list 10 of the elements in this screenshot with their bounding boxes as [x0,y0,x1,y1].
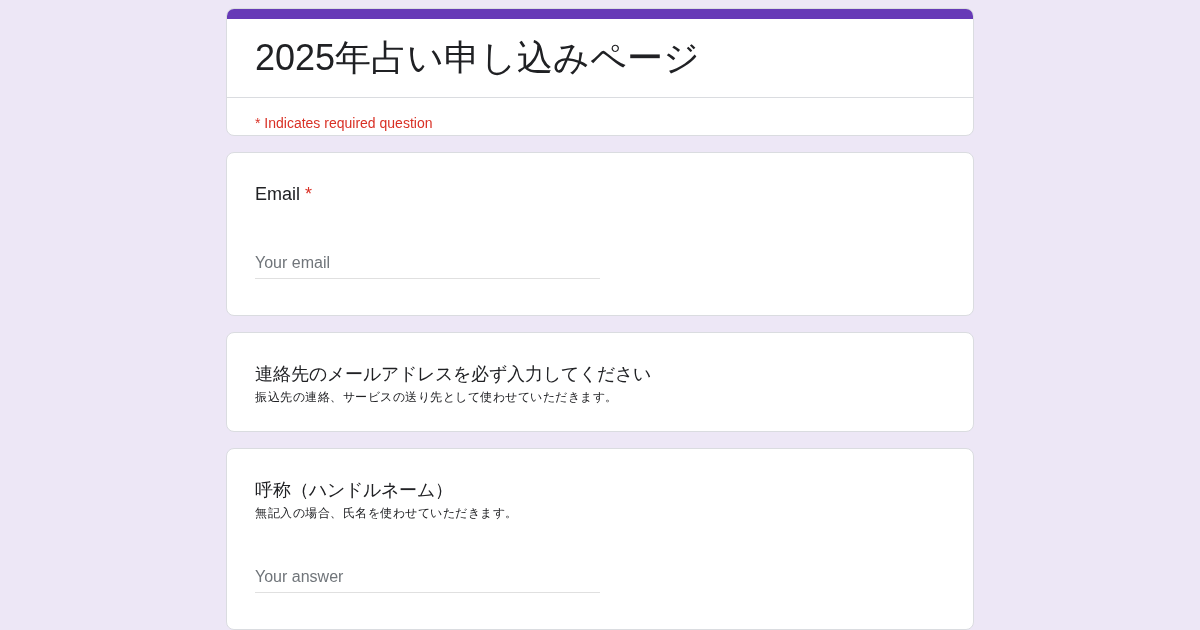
answer-field[interactable]: Your answer [255,561,600,593]
required-asterisk: * [305,184,313,204]
question-title: 連絡先のメールアドレスを必ず入力してください [255,364,651,384]
answer-field[interactable]: Your email [255,247,600,279]
required-note: * Indicates required question [255,114,434,133]
question-description: 無記入の場合、氏名を使わせていただきます。 [255,505,519,521]
question-title: 呼称（ハンドルネーム） [255,480,453,500]
question-description: 振込先の連絡、サービスの送り先として使わせていただきます。 [255,389,619,405]
question-title: Email [255,184,300,204]
form-title: 2025年占い申し込みページ [255,36,702,80]
